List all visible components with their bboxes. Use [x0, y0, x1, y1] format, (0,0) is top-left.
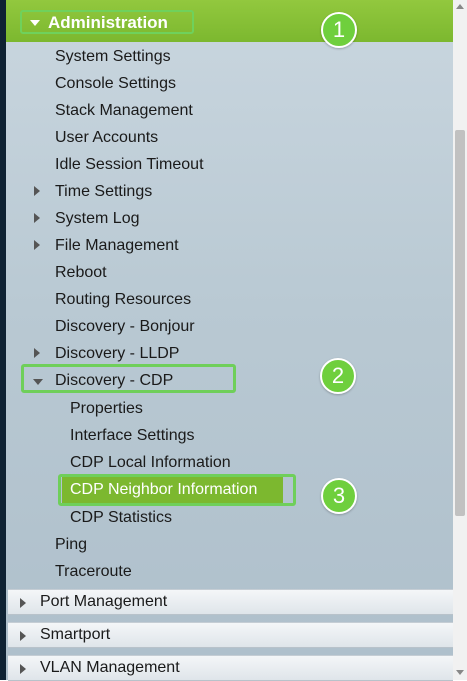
- expand-arrow-icon: [20, 598, 26, 608]
- menu-item-ping[interactable]: Ping: [55, 535, 87, 555]
- section-label: Smartport: [40, 626, 111, 643]
- collapse-arrow-icon: [30, 20, 40, 26]
- expand-arrow-icon: [20, 631, 26, 641]
- section-smartport[interactable]: Smartport: [8, 622, 453, 648]
- submenu-item-cdp-neighbor-information[interactable]: CDP Neighbor Information: [70, 480, 257, 500]
- expand-arrow-icon[interactable]: [34, 186, 40, 196]
- submenu-item-cdp-local-information[interactable]: CDP Local Information: [70, 453, 231, 473]
- submenu-item-interface-settings[interactable]: Interface Settings: [70, 426, 195, 446]
- section-port-management[interactable]: Port Management: [8, 589, 453, 615]
- menu-item-file-management[interactable]: File Management: [55, 236, 179, 256]
- step-badge-1: 1: [321, 12, 357, 48]
- section-label: Port Management: [40, 593, 168, 610]
- menu-item-idle-session-timeout[interactable]: Idle Session Timeout: [55, 155, 204, 175]
- expand-arrow-icon[interactable]: [34, 240, 40, 250]
- expand-arrow-icon[interactable]: [34, 213, 40, 223]
- section-vlan-management[interactable]: VLAN Management: [8, 655, 453, 681]
- scroll-down-icon[interactable]: [456, 670, 464, 675]
- collapse-arrow-icon[interactable]: [33, 379, 43, 385]
- expand-arrow-icon: [20, 664, 26, 674]
- administration-label: Administration: [48, 13, 168, 32]
- scroll-up-icon[interactable]: [456, 4, 464, 9]
- menu-item-system-settings[interactable]: System Settings: [55, 47, 171, 67]
- scrollbar-thumb[interactable]: [455, 130, 465, 516]
- menu-item-stack-management[interactable]: Stack Management: [55, 101, 193, 121]
- expand-arrow-icon[interactable]: [34, 348, 40, 358]
- menu-item-user-accounts[interactable]: User Accounts: [55, 128, 158, 148]
- menu-item-reboot[interactable]: Reboot: [55, 263, 107, 283]
- menu-item-traceroute[interactable]: Traceroute: [55, 562, 132, 582]
- menu-item-discovery-cdp[interactable]: Discovery - CDP: [55, 371, 173, 391]
- menu-item-discovery-lldp[interactable]: Discovery - LLDP: [55, 344, 179, 364]
- menu-item-system-log[interactable]: System Log: [55, 209, 139, 229]
- menu-item-discovery-bonjour[interactable]: Discovery - Bonjour: [55, 317, 195, 337]
- menu-item-time-settings[interactable]: Time Settings: [55, 182, 152, 202]
- administration-label-highlight[interactable]: Administration: [20, 10, 194, 34]
- menu-item-routing-resources[interactable]: Routing Resources: [55, 290, 191, 310]
- submenu-item-cdp-statistics[interactable]: CDP Statistics: [70, 508, 172, 528]
- administration-header[interactable]: Administration: [6, 0, 453, 42]
- step-badge-3: 3: [321, 478, 357, 514]
- menu-item-console-settings[interactable]: Console Settings: [55, 74, 176, 94]
- section-label: VLAN Management: [40, 659, 180, 676]
- vertical-scrollbar[interactable]: [453, 0, 467, 680]
- step-badge-2: 2: [320, 358, 356, 394]
- submenu-item-properties[interactable]: Properties: [70, 399, 143, 419]
